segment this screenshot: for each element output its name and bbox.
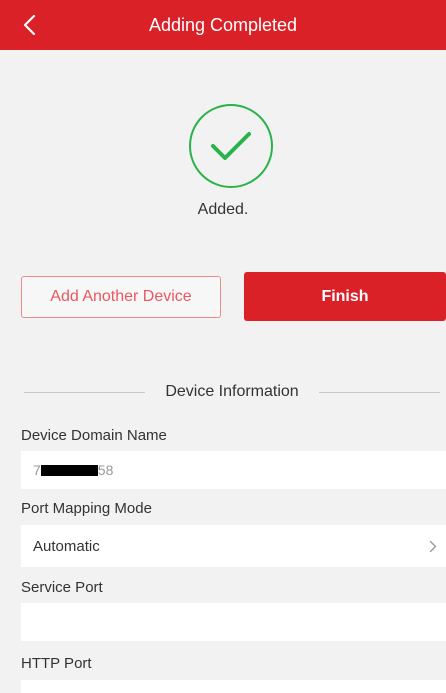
redaction-bar xyxy=(40,464,98,476)
http-port-input[interactable] xyxy=(21,680,446,693)
success-indicator xyxy=(189,104,273,188)
port-mapping-label: Port Mapping Mode xyxy=(21,500,152,517)
checkmark-icon xyxy=(211,132,251,160)
domain-name-label: Device Domain Name xyxy=(21,427,167,444)
service-port-label: Service Port xyxy=(21,579,103,596)
finish-button[interactable]: Finish xyxy=(244,272,446,321)
port-mapping-select[interactable]: Automatic xyxy=(21,525,446,567)
status-message: Added. xyxy=(197,201,249,218)
page-title: Adding Completed xyxy=(148,15,298,35)
divider-line-right xyxy=(318,391,441,393)
domain-name-field[interactable]: 7 58 xyxy=(21,451,446,489)
service-port-input[interactable] xyxy=(21,603,446,641)
divider-line-left xyxy=(24,391,146,393)
chevron-right-icon xyxy=(426,539,440,553)
http-port-label: HTTP Port xyxy=(21,655,92,672)
port-mapping-value: Automatic xyxy=(33,537,100,555)
section-title: Device Information xyxy=(165,383,299,400)
header-bar: Adding Completed xyxy=(0,0,446,50)
domain-name-prefix: 7 xyxy=(33,462,41,478)
add-another-device-button[interactable]: Add Another Device xyxy=(21,276,221,318)
domain-name-suffix: 58 xyxy=(97,462,114,478)
section-divider: Device Information xyxy=(24,380,441,404)
